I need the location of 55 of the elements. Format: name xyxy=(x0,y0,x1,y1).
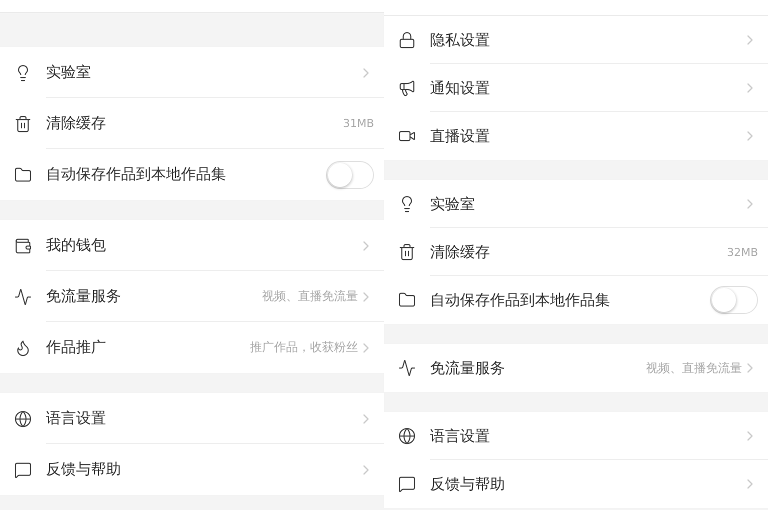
globe-icon xyxy=(14,410,32,428)
settings-row[interactable]: 清除缓存 32MB xyxy=(384,228,768,276)
item-label: 通知设置 xyxy=(430,78,491,98)
item-label: 实验室 xyxy=(46,63,92,82)
settings-row[interactable]: 免流量服务 视频、直播免流量 xyxy=(0,271,384,322)
item-hint: 视频、直播免流量 xyxy=(262,288,358,305)
settings-row[interactable]: 自动保存作品到本地作品集 xyxy=(0,149,384,200)
item-label: 语言设置 xyxy=(430,426,491,446)
settings-row[interactable]: 我的钱包 xyxy=(0,220,384,271)
item-label: 清除缓存 xyxy=(430,242,491,262)
pulse-icon xyxy=(398,359,416,377)
item-label: 免流量服务 xyxy=(46,287,122,306)
item-label: 自动保存作品到本地作品集 xyxy=(430,290,611,310)
settings-row[interactable]: 反馈与帮助 xyxy=(384,460,768,508)
settings-row[interactable]: 语言设置 xyxy=(0,393,384,444)
item-label: 自动保存作品到本地作品集 xyxy=(46,165,227,184)
settings-row[interactable]: 实验室 xyxy=(0,47,384,98)
settings-row[interactable]: 实验室 xyxy=(384,180,768,228)
item-label: 直播设置 xyxy=(430,126,491,146)
item-label: 反馈与帮助 xyxy=(430,474,506,494)
settings-row[interactable]: 通知设置 xyxy=(384,64,768,112)
folder-icon xyxy=(398,291,416,309)
item-label: 免流量服务 xyxy=(430,358,506,378)
item-label: 反馈与帮助 xyxy=(46,460,122,479)
flame-icon xyxy=(14,338,32,356)
item-hint: 推广作品，收获粉丝 xyxy=(250,339,358,356)
toggle-switch[interactable] xyxy=(710,286,758,314)
settings-row[interactable]: 反馈与帮助 xyxy=(0,444,384,495)
settings-row[interactable]: 直播设置 xyxy=(384,112,768,160)
settings-row[interactable]: 隐私设置 xyxy=(384,16,768,64)
settings-row[interactable]: 自动保存作品到本地作品集 xyxy=(384,276,768,324)
settings-row[interactable]: 语言设置 xyxy=(384,412,768,460)
toggle-switch[interactable] xyxy=(326,160,374,188)
item-label: 清除缓存 xyxy=(46,114,107,133)
cache-size: 31MB xyxy=(342,117,374,130)
wallet-icon xyxy=(14,236,32,254)
item-label: 实验室 xyxy=(430,194,476,214)
cache-size: 32MB xyxy=(726,246,758,258)
folder-icon xyxy=(14,166,32,184)
settings-row[interactable]: 免流量服务 视频、直播免流量 xyxy=(384,344,768,392)
item-label: 作品推广 xyxy=(46,338,107,357)
message-icon xyxy=(398,475,416,493)
message-icon xyxy=(14,460,32,478)
megaphone-icon xyxy=(398,79,416,97)
settings-row[interactable]: 作品推广 推广作品，收获粉丝 xyxy=(0,322,384,373)
item-label: 语言设置 xyxy=(46,409,107,428)
trash-icon xyxy=(14,114,32,132)
pulse-icon xyxy=(14,288,32,306)
item-hint: 视频、直播免流量 xyxy=(646,360,742,376)
item-label: 隐私设置 xyxy=(430,30,491,50)
settings-row[interactable]: 清除缓存 31MB xyxy=(0,98,384,149)
item-label: 我的钱包 xyxy=(46,236,107,255)
globe-icon xyxy=(398,427,416,445)
trash-icon xyxy=(398,243,416,261)
lock-icon xyxy=(398,31,416,49)
